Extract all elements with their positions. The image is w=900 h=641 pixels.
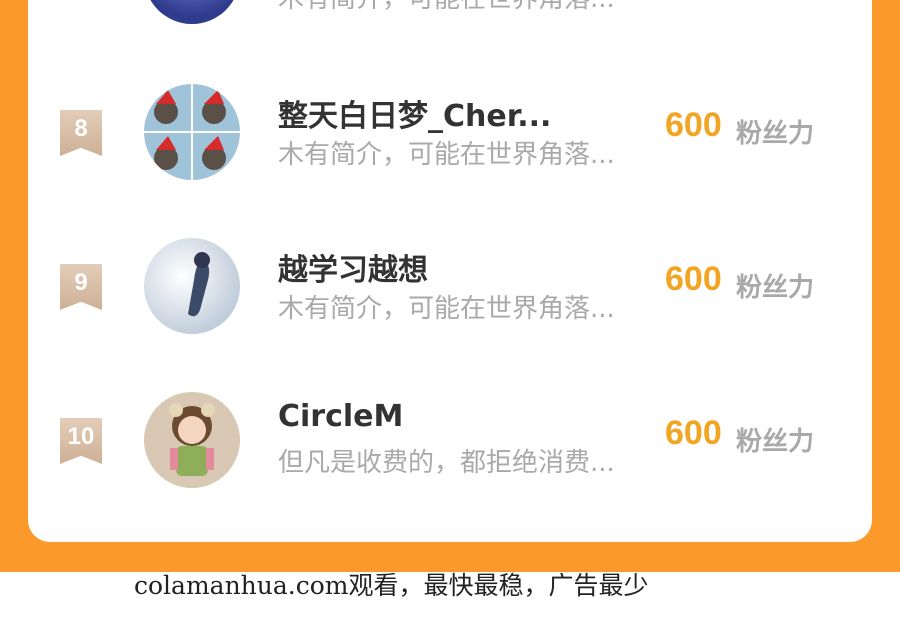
avatar — [144, 84, 240, 180]
rank-badge: 9 — [60, 264, 102, 310]
user-description: 木有简介，可能在世界角落... — [278, 0, 615, 15]
list-item[interactable]: 9 越学习越想 木有简介，可能在世界角落... 600 粉丝力 — [28, 230, 872, 340]
rank-badge: 8 — [60, 110, 102, 156]
fan-score-unit: 粉丝力 — [736, 427, 815, 457]
user-description: 木有简介，可能在世界角落... — [278, 140, 615, 170]
avatar — [144, 0, 240, 24]
fan-score: 600 — [665, 106, 722, 144]
list-item[interactable]: 8 整天白日梦_Cher... 木有简介，可能在世界角落... 600 粉丝力 — [28, 76, 872, 186]
avatar — [144, 238, 240, 334]
user-name: CircleM — [278, 399, 404, 434]
avatar — [144, 392, 240, 488]
rank-badge: 10 — [60, 418, 102, 464]
site-watermark-text: colamanhua.com观看，最快最稳，广告最少 — [134, 571, 649, 600]
user-name: 越学习越想 — [278, 253, 428, 288]
user-description: 但凡是收费的，都拒绝消费... — [278, 448, 615, 478]
list-item[interactable]: 10 CircleM 但凡是收费的，都拒绝消费... 600 粉丝力 — [28, 384, 872, 494]
ranking-card: 木有简介，可能在世界角落... 8 整天白日梦_Cher... 木有简介，可能在… — [28, 0, 872, 542]
fan-score-unit: 粉丝力 — [736, 273, 815, 303]
fan-score: 600 — [665, 414, 722, 452]
fan-score: 600 — [665, 260, 722, 298]
user-description: 木有简介，可能在世界角落... — [278, 294, 615, 324]
user-name: 整天白日梦_Cher... — [278, 99, 552, 134]
list-item[interactable]: 木有简介，可能在世界角落... — [28, 0, 872, 30]
fan-score-unit: 粉丝力 — [736, 119, 815, 149]
